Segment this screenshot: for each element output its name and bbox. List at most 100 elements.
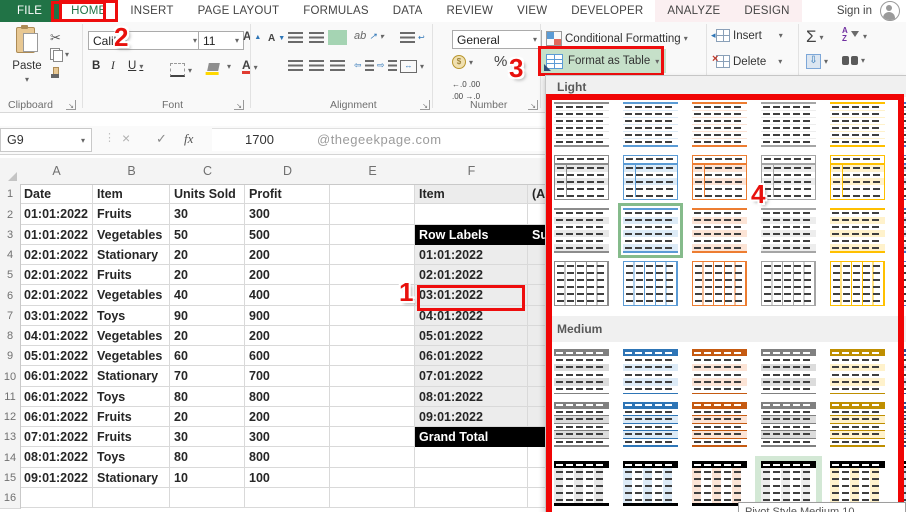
cancel-button[interactable]: ×	[122, 130, 130, 146]
column-header-B[interactable]: B	[93, 158, 171, 185]
grid-cell-B3[interactable]: Vegetables	[93, 225, 170, 245]
grid-cell-C15[interactable]: 10	[170, 468, 245, 488]
grid-cell-C9[interactable]: 60	[170, 346, 245, 366]
grid-cell-C1[interactable]: Units Sold	[170, 184, 245, 204]
grid-cell-C6[interactable]: 40	[170, 285, 245, 306]
grid-cell-D3[interactable]: 500	[245, 225, 330, 245]
row-header-9[interactable]: 9	[0, 346, 21, 367]
grid-cell-E1[interactable]	[330, 184, 415, 204]
grid-cell-C8[interactable]: 20	[170, 326, 245, 346]
align-right-button[interactable]	[330, 60, 345, 71]
row-header-6[interactable]: 6	[0, 285, 21, 307]
font-dialog-launcher[interactable]	[234, 100, 244, 110]
grid-cell-B12[interactable]: Fruits	[93, 407, 170, 427]
grid-cell-A1[interactable]: Date	[20, 184, 93, 204]
conditional-formatting-button[interactable]: Conditional Formatting▾	[546, 31, 688, 46]
bottom-align-button[interactable]	[330, 32, 345, 43]
format-painter-button[interactable]	[50, 67, 60, 78]
grid-cell-B7[interactable]: Toys	[93, 306, 170, 326]
delete-cells-button[interactable]: Delete▾	[716, 55, 782, 68]
grid-cell-A6[interactable]: 02:01:2022	[20, 285, 93, 306]
pivot-row-labels-cell[interactable]: Row Labels	[415, 225, 528, 245]
ribbon-tab-data[interactable]: DATA	[381, 0, 435, 22]
insert-function-button[interactable]: fx	[184, 131, 193, 147]
grid-cell-D1[interactable]: Profit	[245, 184, 330, 204]
grid-cell-C14[interactable]: 80	[170, 447, 245, 468]
grid-cell-B1[interactable]: Item	[93, 184, 170, 204]
grid-cell-A15[interactable]: 09:01:2022	[20, 468, 93, 488]
grid-cell-E9[interactable]	[330, 346, 415, 366]
row-header-4[interactable]: 4	[0, 245, 21, 266]
grid-cell-A13[interactable]: 07:01:2022	[20, 427, 93, 447]
decrease-indent-button[interactable]: ⇦	[354, 60, 374, 71]
grid-cell-E16[interactable]	[330, 488, 415, 508]
ribbon-tab-view[interactable]: VIEW	[505, 0, 559, 22]
grid-cell-B15[interactable]: Stationary	[93, 468, 170, 488]
number-format-combobox[interactable]: General▾	[452, 30, 542, 49]
row-header-5[interactable]: 5	[0, 265, 21, 286]
sort-filter-button[interactable]: AZ▾	[842, 28, 867, 44]
ribbon-tab-analyze[interactable]: ANALYZE	[655, 0, 732, 22]
pivot-cell-F9[interactable]: 06:01:2022	[415, 346, 528, 366]
pivot-cell-F15[interactable]	[415, 468, 528, 488]
underline-button[interactable]: U▾	[128, 60, 143, 72]
italic-button[interactable]: I	[111, 60, 115, 72]
grid-cell-A10[interactable]: 06:01:2022	[20, 366, 93, 387]
grid-cell-E8[interactable]	[330, 326, 415, 346]
fill-color-button[interactable]: ▾	[208, 62, 231, 71]
copy-button[interactable]: ▾	[50, 48, 69, 60]
pivot-cell-F11[interactable]: 08:01:2022	[415, 387, 528, 407]
grid-cell-C11[interactable]: 80	[170, 387, 245, 407]
grid-cell-C3[interactable]: 50	[170, 225, 245, 245]
fill-button[interactable]: ⇩▾	[806, 54, 828, 69]
grid-cell-A8[interactable]: 04:01:2022	[20, 326, 93, 346]
grid-cell-B11[interactable]: Toys	[93, 387, 170, 407]
grid-cell-C5[interactable]: 20	[170, 265, 245, 285]
grid-cell-B8[interactable]: Vegetables	[93, 326, 170, 346]
grid-cell-B10[interactable]: Stationary	[93, 366, 170, 387]
grid-cell-D15[interactable]: 100	[245, 468, 330, 488]
shrink-font-button[interactable]: A▼	[268, 33, 285, 44]
grid-cell-D14[interactable]: 800	[245, 447, 330, 468]
increase-indent-button[interactable]: ⇨	[377, 60, 397, 71]
row-header-8[interactable]: 8	[0, 326, 21, 347]
insert-cells-button[interactable]: Insert▾	[716, 29, 783, 42]
bold-button[interactable]: B	[92, 60, 100, 72]
row-header-16[interactable]: 16	[0, 488, 21, 509]
column-header-D[interactable]: D	[245, 158, 331, 185]
grid-cell-E13[interactable]	[330, 427, 415, 447]
grid-cell-A3[interactable]: 01:01:2022	[20, 225, 93, 245]
grid-cell-D4[interactable]: 200	[245, 245, 330, 265]
ribbon-tab-page-layout[interactable]: PAGE LAYOUT	[186, 0, 292, 22]
column-header-E[interactable]: E	[330, 158, 416, 185]
grid-cell-C13[interactable]: 30	[170, 427, 245, 447]
grid-cell-D16[interactable]	[245, 488, 330, 508]
grid-cell-B14[interactable]: Toys	[93, 447, 170, 468]
grid-cell-A2[interactable]: 01:01:2022	[20, 204, 93, 225]
grid-cell-B4[interactable]: Stationary	[93, 245, 170, 265]
ribbon-tab-developer[interactable]: DEVELOPER	[559, 0, 655, 22]
pivot-grand-total-cell[interactable]: Grand Total	[415, 427, 528, 447]
font-name-combobox[interactable]: Calibri▾	[88, 31, 202, 50]
grid-cell-E12[interactable]	[330, 407, 415, 427]
grid-cell-E4[interactable]	[330, 245, 415, 265]
grid-cell-B9[interactable]: Vegetables	[93, 346, 170, 366]
grid-cell-E11[interactable]	[330, 387, 415, 407]
pivot-cell-F14[interactable]	[415, 447, 528, 468]
wrap-text-button[interactable]: ↩	[400, 32, 425, 43]
grid-cell-D7[interactable]: 900	[245, 306, 330, 326]
grid-cell-A14[interactable]: 08:01:2022	[20, 447, 93, 468]
row-header-15[interactable]: 15	[0, 468, 21, 489]
grid-cell-D8[interactable]: 200	[245, 326, 330, 346]
row-header-7[interactable]: 7	[0, 306, 21, 327]
ribbon-tab-design[interactable]: DESIGN	[732, 0, 801, 22]
grid-cell-C4[interactable]: 20	[170, 245, 245, 265]
enter-button[interactable]: ✓	[156, 131, 167, 147]
accounting-format-button[interactable]: $▾	[452, 55, 473, 69]
pivot-cell-F12[interactable]: 09:01:2022	[415, 407, 528, 427]
borders-button[interactable]: ▾	[170, 63, 192, 77]
grid-cell-A16[interactable]	[20, 488, 93, 508]
percent-style-button[interactable]: %	[494, 53, 507, 70]
grid-cell-B5[interactable]: Fruits	[93, 265, 170, 285]
clipboard-dialog-launcher[interactable]	[66, 100, 76, 110]
